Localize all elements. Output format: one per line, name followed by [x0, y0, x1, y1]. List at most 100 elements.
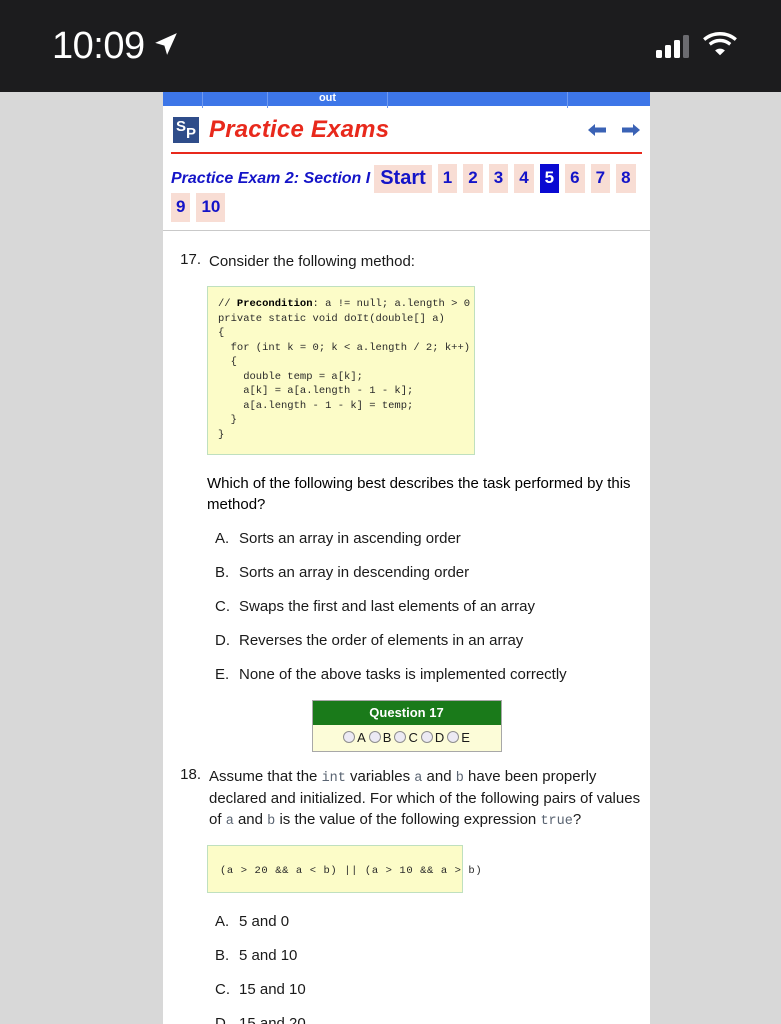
question-17-prompt: Which of the following best describes th… — [207, 475, 631, 514]
topnav-cell-4[interactable] — [388, 92, 568, 108]
code-comment-keyword: Precondition — [236, 298, 313, 311]
exam-content: 17. Consider the following method: // Pr… — [163, 231, 650, 1024]
option-c[interactable]: C. 15 and 10 — [215, 981, 642, 998]
option-b-text: 5 and 10 — [239, 947, 298, 965]
answer-radio-d-label: D — [434, 729, 445, 745]
option-a-text: Sorts an array in ascending order — [239, 529, 461, 547]
arrow-right-icon[interactable] — [620, 122, 642, 143]
answer-radio-b[interactable]: B — [368, 729, 392, 745]
option-d[interactable]: D. Reverses the order of elements in an … — [215, 632, 642, 649]
pager-item-start[interactable]: Start — [374, 164, 432, 193]
option-a[interactable]: A. 5 and 0 — [215, 913, 642, 930]
pager-item-5-active[interactable]: 5 — [539, 164, 560, 193]
topnav-cell-2[interactable] — [203, 92, 268, 108]
q18-code-a2: a — [225, 814, 234, 830]
option-a-letter: A. — [215, 913, 230, 931]
radio-button-icon[interactable] — [420, 731, 433, 744]
question-18-expression-text: (a > 20 && a < b) || (a > 10 && a > b) — [220, 865, 483, 878]
pager-item-6[interactable]: 6 — [565, 164, 585, 193]
browser-viewport: out S P Practice Exams Practice Exam 2: … — [0, 92, 781, 1024]
topnav-cell-1[interactable] — [163, 92, 203, 108]
topnav-logout-cell[interactable]: out — [268, 92, 388, 108]
site-top-navigation-bar[interactable]: out — [163, 92, 650, 108]
pager-item-10[interactable]: 10 — [196, 193, 226, 222]
question-17-number: 17. — [180, 251, 201, 268]
option-c-text: Swaps the first and last elements of an … — [239, 597, 535, 615]
code-comment-rest: : a != null; a.length > 0 — [312, 298, 471, 311]
code-body: private static void doIt(double[] a) { f… — [218, 312, 471, 441]
option-d-text: Reverses the order of elements in an arr… — [239, 631, 524, 649]
option-a-letter: A. — [215, 529, 230, 547]
q18-text-1: Assume that the — [209, 767, 322, 785]
answer-radio-b-label: B — [382, 729, 392, 745]
cellular-signal-icon — [656, 34, 689, 58]
pager-item-1[interactable]: 1 — [437, 164, 458, 193]
pager-item-4[interactable]: 4 — [514, 164, 534, 193]
page-title: Practice Exams — [209, 116, 390, 143]
exam-section-title: Practice Exam 2: Section I — [171, 169, 371, 187]
radio-button-icon[interactable] — [368, 731, 381, 744]
pager-item-3[interactable]: 3 — [488, 164, 509, 193]
sp-logo-letter-p: P — [185, 125, 196, 142]
answer-radio-d[interactable]: D — [420, 729, 445, 745]
pager-item-8[interactable]: 8 — [616, 164, 636, 193]
answer-radio-c-label: C — [408, 729, 418, 745]
topnav-logout-label: out — [318, 92, 337, 104]
option-a[interactable]: A. Sorts an array in ascending order — [215, 530, 642, 547]
radio-button-icon[interactable] — [343, 731, 356, 744]
answer-radio-a-label: A — [357, 729, 366, 745]
question-18: 18. Assume that the int variables a and … — [171, 766, 642, 832]
answer-radio-a[interactable]: A — [343, 730, 366, 745]
option-b[interactable]: B. Sorts an array in descending order — [215, 564, 642, 581]
question-17-answer-header: Question 17 — [312, 700, 501, 725]
pager-item-2[interactable]: 2 — [463, 164, 483, 193]
arrow-left-icon[interactable] — [586, 122, 608, 143]
wifi-icon — [703, 31, 737, 61]
radio-button-icon[interactable] — [447, 731, 460, 744]
q18-text-5: and — [233, 811, 268, 829]
brand-header: S P Practice Exams — [163, 108, 650, 148]
q18-code-int: int — [321, 770, 346, 786]
option-e-letter: E. — [215, 665, 230, 683]
q18-text-2: variables — [345, 767, 415, 785]
option-a-text: 5 and 0 — [239, 913, 290, 931]
answer-radio-e[interactable]: E — [447, 730, 470, 745]
option-b[interactable]: B. 5 and 10 — [215, 947, 642, 964]
question-17-stem: Consider the following method: — [209, 253, 415, 270]
status-bar-right — [656, 31, 737, 61]
question-18-options: A. 5 and 0 B. 5 and 10 C. 15 and 10 D. 1… — [215, 913, 642, 1024]
sp-logo-letter-s: S — [176, 118, 187, 135]
status-bar-left: 10:09 — [52, 27, 179, 65]
topnav-cell-5[interactable] — [568, 92, 650, 108]
option-d-text: 15 and 20 — [239, 1015, 306, 1024]
question-18-stem: Assume that the int variables a and b ha… — [209, 766, 642, 832]
answer-radio-c[interactable]: C — [394, 729, 418, 745]
page-content-card: out S P Practice Exams Practice Exam 2: … — [163, 92, 650, 1024]
pager-item-9[interactable]: 9 — [171, 193, 191, 222]
question-18-number: 18. — [180, 765, 201, 783]
question-17-code-block: // Precondition: a != null; a.length > 0… — [207, 286, 475, 456]
question-17: 17. Consider the following method: — [171, 251, 642, 272]
radio-button-icon[interactable] — [394, 731, 407, 744]
answer-radio-e-label: E — [461, 729, 470, 745]
code-comment-prefix: // — [218, 298, 237, 311]
exam-pagination-nav: Practice Exam 2: Section I Start 1 2 3 4 5 6 7 8 9… — [163, 154, 650, 231]
question-17-code-text: // Precondition: a != null; a.length > 0… — [218, 297, 470, 442]
option-c[interactable]: C. Swaps the first and last elements of … — [215, 598, 642, 615]
question-17-options: A. Sorts an array in ascending order B. … — [215, 530, 642, 683]
option-c-letter: C. — [215, 597, 230, 615]
page-navigation-arrows — [586, 122, 642, 143]
option-d[interactable]: D. 15 and 20 — [215, 1015, 642, 1024]
question-18-expression-block: (a > 20 && a < b) || (a > 10 && a > b) — [207, 845, 482, 894]
q18-code-true: true — [540, 814, 573, 830]
question-17-answer-widget: Question 17 A B C D E — [311, 699, 502, 752]
q18-text-7: ? — [572, 811, 582, 829]
pager-item-7[interactable]: 7 — [590, 164, 611, 193]
option-e[interactable]: E. None of the above tasks is implemente… — [215, 666, 642, 683]
q18-code-b1: b — [455, 770, 464, 786]
option-b-letter: B. — [215, 563, 230, 581]
q18-text-6: is the value of the following expression — [275, 811, 541, 829]
option-c-text: 15 and 10 — [239, 981, 306, 999]
option-d-letter: D. — [215, 631, 230, 649]
option-b-letter: B. — [215, 947, 230, 965]
